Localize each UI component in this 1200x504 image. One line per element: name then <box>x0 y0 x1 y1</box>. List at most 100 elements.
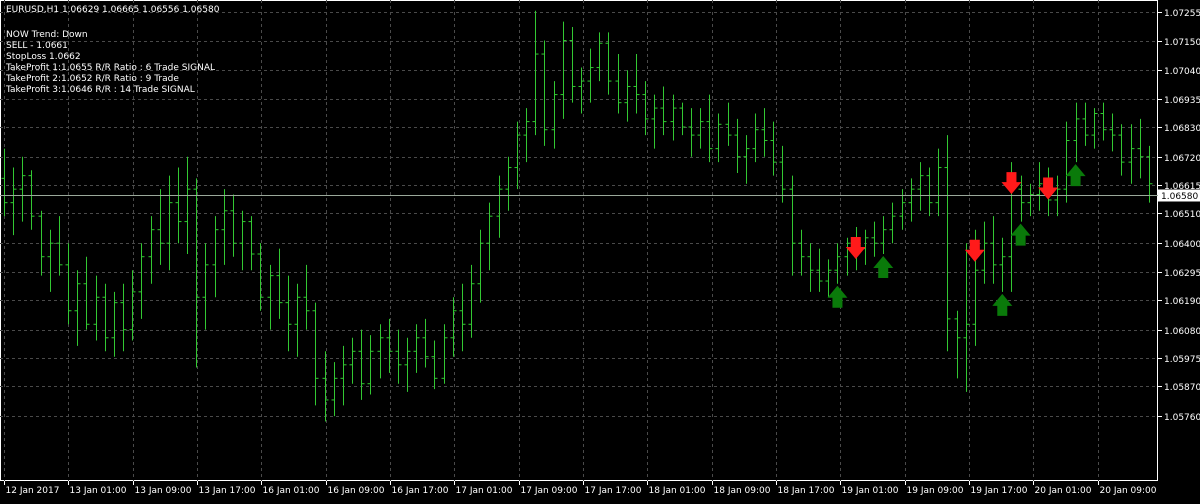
ohlc-bar <box>541 40 548 146</box>
ohlc-bar <box>138 243 145 319</box>
ohlc-bar <box>367 335 374 395</box>
ohlc-bar <box>715 113 722 163</box>
info-line-stoploss: StopLoss 1.0662 <box>6 52 81 62</box>
y-tick-label: 1.06400 <box>1164 240 1200 250</box>
ohlc-bar <box>486 202 493 271</box>
ohlc-bar <box>422 318 429 368</box>
ohlc-bar <box>1118 124 1125 176</box>
ohlc-bar <box>221 189 228 265</box>
x-tick-label: 17 Jan 17:00 <box>585 486 642 496</box>
ohlc-bar <box>633 54 640 114</box>
price-chart[interactable]: 1.07255 1.07150 1.07040 1.06935 1.06830 1.067… <box>0 0 1200 500</box>
sell-arrow-icon <box>1038 177 1059 200</box>
ohlc-bar <box>743 135 750 184</box>
y-tick-label: 1.06295 <box>1164 269 1200 279</box>
y-tick-label: 1.06190 <box>1164 297 1200 307</box>
x-tick-label: 13 Jan 17:00 <box>199 486 256 496</box>
ohlc-bar <box>697 108 704 149</box>
buy-arrow-icon <box>1065 164 1086 187</box>
x-tick-label: 19 Jan 09:00 <box>907 486 964 496</box>
ohlc-bar <box>816 248 823 292</box>
x-tick-label: 19 Jan 01:00 <box>842 486 899 496</box>
ohlc-bar <box>404 337 411 392</box>
ohlc-bar <box>468 264 475 338</box>
ohlc-bar <box>157 189 164 265</box>
x-tick-label: 18 Jan 17:00 <box>778 486 835 496</box>
ohlc-bar <box>889 202 896 244</box>
ohlc-bar <box>10 167 17 236</box>
ohlc-bar <box>615 54 622 114</box>
sell-arrow-icon <box>845 236 866 259</box>
ohlc-bar <box>523 108 530 163</box>
ohlc-bar <box>807 243 814 292</box>
ohlc-bar <box>312 302 319 406</box>
ohlc-bar <box>74 270 81 346</box>
ohlc-bar <box>459 283 466 352</box>
ohlc-bar <box>28 170 35 230</box>
y-tick-label: 1.06830 <box>1164 124 1200 134</box>
ohlc-bar <box>569 27 576 103</box>
buy-arrow-icon <box>992 293 1013 316</box>
ohlc-bar <box>294 283 301 357</box>
ohlc-bar <box>1027 183 1034 217</box>
symbol-header: EURUSD,H1 1.06629 1.06665 1.06556 1.0658… <box>6 5 220 15</box>
ohlc-bar <box>1063 121 1070 203</box>
ohlc-bar <box>358 329 365 400</box>
ohlc-bar <box>1036 162 1043 211</box>
ohlc-bar <box>450 297 457 357</box>
ohlc-bar <box>413 324 420 373</box>
ohlc-bar <box>267 264 274 330</box>
ohlc-bar <box>65 243 72 325</box>
ohlc-bar <box>349 337 356 384</box>
y-tick-label: 1.06080 <box>1164 327 1200 337</box>
x-tick-label: 16 Jan 01:00 <box>263 486 320 496</box>
ohlc-bar <box>322 351 329 422</box>
ohlc-bar <box>1100 102 1107 141</box>
y-tick-label: 1.07255 <box>1164 9 1200 19</box>
current-price-label: 1.06580 <box>1161 192 1198 202</box>
ohlc-bar <box>386 318 393 373</box>
ohlc-bar <box>56 216 63 276</box>
y-tick-label: 1.07040 <box>1164 67 1200 77</box>
ohlc-bar <box>981 221 988 284</box>
sell-arrow-icon <box>964 239 985 262</box>
ohlc-bar <box>963 243 970 392</box>
y-tick-label: 1.06510 <box>1164 210 1200 220</box>
ohlc-bar <box>166 175 173 271</box>
y-tick-label: 1.05975 <box>1164 355 1200 365</box>
info-line-sell: SELL - 1.0661 <box>6 41 68 51</box>
ohlc-bar <box>1073 102 1080 163</box>
ohlc-bar <box>779 145 786 203</box>
chart-area[interactable]: 1.07255 1.07150 1.07040 1.06935 1.06830 1.067… <box>0 0 1200 500</box>
ohlc-bar <box>596 32 603 82</box>
ohlc-bar <box>19 156 26 222</box>
ohlc-bar <box>395 329 402 384</box>
ohlc-bar <box>340 345 347 406</box>
ohlc-bar <box>303 264 310 330</box>
ohlc-bar <box>47 229 54 292</box>
x-tick-label: 18 Jan 01:00 <box>649 486 706 496</box>
ohlc-bar <box>111 291 118 357</box>
ohlc-bar <box>1128 124 1135 184</box>
ohlc-bar <box>834 243 841 284</box>
x-tick-label: 16 Jan 09:00 <box>328 486 385 496</box>
sell-arrow-icon <box>1001 172 1022 195</box>
y-tick-label: 1.07150 <box>1164 38 1200 48</box>
ohlc-bar <box>789 175 796 276</box>
ohlc-bar <box>770 121 777 176</box>
x-tick-label: 17 Jan 01:00 <box>456 486 513 496</box>
ohlc-bar <box>706 94 713 163</box>
buy-arrow-icon <box>1010 223 1031 246</box>
buy-arrow-icon <box>827 285 848 308</box>
info-line-trend: NOW Trend: Down <box>6 30 88 40</box>
y-tick-label: 1.05870 <box>1164 383 1200 393</box>
ohlc-bar <box>120 283 127 352</box>
buy-arrow-icon <box>873 256 894 279</box>
x-tick-label: 20 Jan 09:00 <box>1100 486 1157 496</box>
ohlc-bar <box>752 113 759 163</box>
ohlc-bar <box>670 94 677 141</box>
ohlc-bar <box>276 248 283 319</box>
ohlc-bar <box>477 229 484 303</box>
ohlc-bar <box>651 94 658 149</box>
ohlc-bar <box>908 178 915 222</box>
